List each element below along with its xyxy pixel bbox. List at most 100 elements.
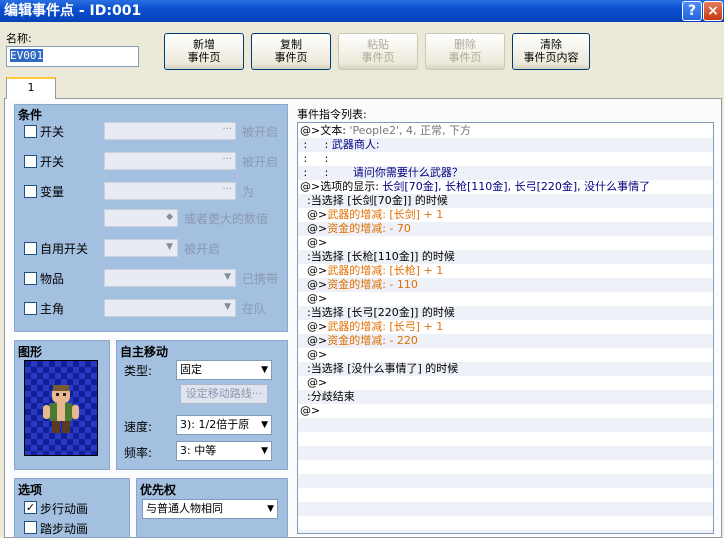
command-line[interactable]: :当选择 [没什么事情了] 的时候 [298,362,713,376]
command-segment: 武器的增减: [长弓] + 1 [327,320,444,333]
command-line[interactable]: : : [298,152,713,166]
command-segment: @> [300,264,328,277]
switch2-suffix: 被开启 [242,155,279,169]
command-line-empty[interactable] [298,502,713,516]
command-line[interactable]: :当选择 [长枪[110金]] 的时候 [298,250,713,264]
actor-label: 主角 [40,302,65,316]
command-line[interactable]: @>资金的增减: - 110 [298,278,713,292]
character-sprite-icon [43,385,79,433]
options-title: 选项 [18,483,43,497]
command-line-empty[interactable] [298,446,713,460]
command-segment: :当选择 [长剑[70金]] 的时候 [300,194,448,207]
paste-page-button-line1: 粘贴 [367,38,389,51]
command-line[interactable]: @> [298,348,713,362]
command-segment: : : [300,166,353,179]
command-line-empty[interactable] [298,432,713,446]
chevron-down-icon: ▼ [261,365,268,375]
variable-value-spinner[interactable]: ◆ [104,209,178,227]
clear-page-button-line2: 事件页内容 [523,51,579,64]
walk-anim-checkbox[interactable]: ✓ [24,501,37,514]
switch2-checkbox[interactable] [24,155,37,168]
command-line[interactable]: @> [298,376,713,390]
command-line[interactable]: @>选项的显示: 长剑[70金], 长枪[110金], 长弓[220金], 没什… [298,180,713,194]
command-line[interactable]: @>资金的增减: - 220 [298,334,713,348]
command-line[interactable]: @> [298,404,713,418]
switch1-field[interactable]: ··· [104,122,236,140]
selfswitch-checkbox[interactable] [24,242,37,255]
move-speed-value: 3): 1/2倍于原 [180,418,250,431]
command-line-empty[interactable] [298,474,713,488]
tab-page-1[interactable]: 1 [6,77,56,99]
command-segment: @> [300,404,321,417]
command-line-empty[interactable] [298,530,713,533]
move-type-label: 类型: [124,364,153,378]
command-line[interactable]: @>武器的增减: [长弓] + 1 [298,320,713,334]
copy-page-button[interactable]: 复制 事件页 [251,33,331,70]
event-command-list[interactable]: @>文本: 'People2', 4, 正常, 下方 : : 武器商人: : :… [297,122,714,534]
priority-select[interactable]: 与普通人物相同 ▼ [142,499,278,519]
copy-page-button-line2: 事件页 [274,51,308,64]
command-segment: 资金的增减: - 110 [327,278,418,291]
move-freq-value: 3: 中等 [180,444,217,457]
command-segment: 资金的增减: - 220 [327,334,418,347]
new-page-button[interactable]: 新增 事件页 [164,33,244,70]
command-line-empty[interactable] [298,488,713,502]
command-segment: 长剑[70金], 长枪[110金], 长弓[220金], 没什么事情了 [382,180,651,193]
switch1-label: 开关 [40,125,65,139]
command-line[interactable]: @> [298,236,713,250]
copy-page-button-line1: 复制 [280,38,302,51]
command-line-empty[interactable] [298,418,713,432]
variable-field[interactable]: ··· [104,182,236,200]
help-button[interactable]: ? [682,1,702,21]
selfswitch-suffix: 被开启 [184,242,221,256]
paste-page-button[interactable]: 粘贴 事件页 [338,33,418,70]
switch2-field[interactable]: ··· [104,152,236,170]
command-line[interactable]: @> [298,292,713,306]
item-checkbox[interactable] [24,272,37,285]
switch1-suffix: 被开启 [242,125,279,139]
step-anim-checkbox[interactable] [24,521,37,534]
command-line[interactable]: :当选择 [长剑[70金]] 的时候 [298,194,713,208]
command-segment: @> [300,278,328,291]
close-button[interactable]: × [703,1,723,21]
variable-checkbox[interactable] [24,185,37,198]
item-select[interactable]: ▼ [104,269,236,287]
command-segment: :当选择 [长弓[220金]] 的时候 [300,306,455,319]
clear-page-button[interactable]: 清除 事件页内容 [512,33,590,70]
set-route-button[interactable]: 设定移动路线··· [180,384,268,404]
event-name-value: EV001 [10,49,44,62]
command-segment: @>选项的显示: [300,180,383,193]
command-segment: @> [300,320,328,333]
move-type-select[interactable]: 固定 ▼ [176,360,272,380]
move-freq-select[interactable]: 3: 中等 ▼ [176,441,272,461]
actor-checkbox[interactable] [24,302,37,315]
event-name-input[interactable]: EV001 [6,46,139,67]
move-speed-select[interactable]: 3): 1/2倍于原 ▼ [176,415,272,435]
clear-page-button-line1: 清除 [540,38,562,51]
command-segment: @> [300,222,328,235]
delete-page-button[interactable]: 删除 事件页 [425,33,505,70]
selfswitch-select[interactable]: ▼ [104,239,178,257]
actor-suffix: 在队 [242,302,267,316]
command-line[interactable]: @>文本: 'People2', 4, 正常, 下方 [298,124,713,138]
command-line[interactable]: @>武器的增减: [长枪] + 1 [298,264,713,278]
walk-anim-label: 步行动画 [40,502,89,516]
command-segment: 资金的增减: - 70 [327,222,411,235]
event-graphic-picker[interactable] [24,360,98,456]
new-page-button-line2: 事件页 [187,51,221,64]
item-suffix: 已携带 [242,272,279,286]
movement-title: 自主移动 [120,345,169,359]
command-line[interactable]: :分歧结束 [298,390,713,404]
actor-select[interactable]: ▼ [104,299,236,317]
delete-page-button-line1: 删除 [454,38,476,51]
command-line[interactable]: @>资金的增减: - 70 [298,222,713,236]
command-line[interactable]: :当选择 [长弓[220金]] 的时候 [298,306,713,320]
command-line-empty[interactable] [298,516,713,530]
command-line[interactable]: : : 武器商人: [298,138,713,152]
command-line[interactable]: @>武器的增减: [长剑] + 1 [298,208,713,222]
command-line[interactable]: : : 请问你需要什么武器？ [298,166,713,180]
name-label: 名称: [6,32,32,45]
command-line-empty[interactable] [298,460,713,474]
switch1-checkbox[interactable] [24,125,37,138]
command-segment: :分歧结束 [300,390,355,403]
